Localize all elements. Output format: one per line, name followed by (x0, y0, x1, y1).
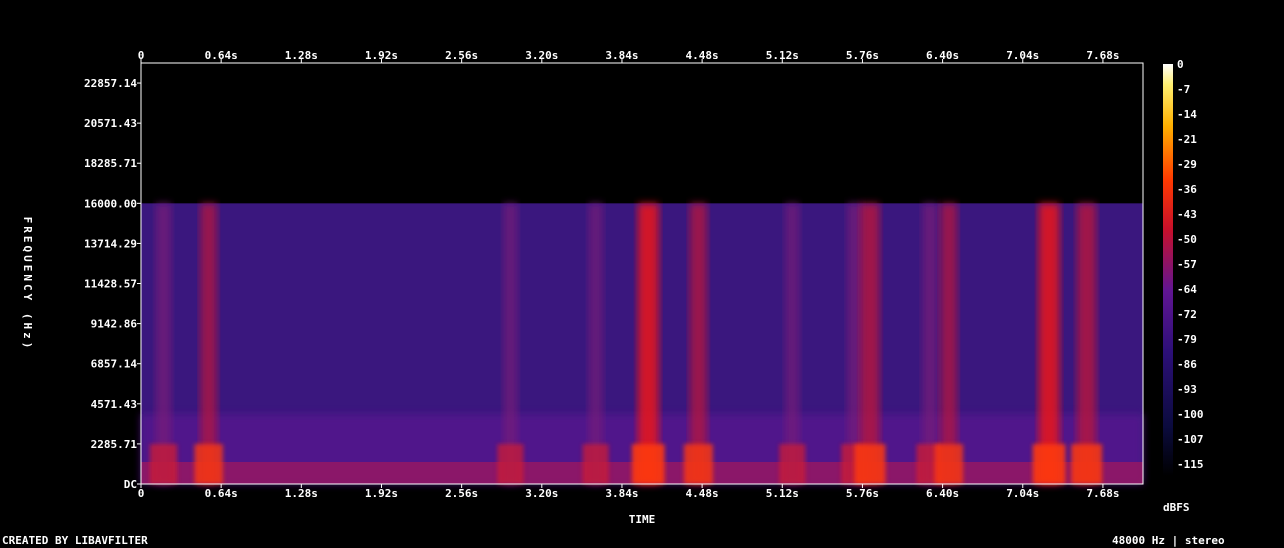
x-tick-label: 1.28s (285, 49, 318, 62)
activity-burst-low (1071, 444, 1103, 484)
y-tick-label: 2285.71 (91, 438, 138, 451)
colorbar-unit: dBFS (1163, 501, 1190, 514)
colorbar-tick-label: -107 (1177, 433, 1204, 446)
activity-burst-low (934, 444, 964, 484)
colorbar-tick-label: -79 (1177, 333, 1197, 346)
colorbar-tick-label: -86 (1177, 358, 1197, 371)
activity-burst-low (631, 444, 665, 484)
activity-burst (637, 203, 659, 485)
activity-burst (689, 203, 707, 485)
activity-burst-low (779, 444, 806, 484)
y-tick-label: 4571.43 (91, 398, 137, 411)
activity-burst-low (683, 444, 713, 484)
colorbar-tick-label: -64 (1177, 283, 1197, 296)
activity-burst (922, 203, 938, 485)
x-tick-label: 1.92s (365, 487, 398, 500)
colorbar-tick-label: -14 (1177, 108, 1197, 121)
y-tick-label: 6857.14 (91, 358, 138, 371)
x-tick-label: 0 (138, 49, 145, 62)
colorbar-tick-label: 0 (1177, 58, 1184, 71)
x-tick-label: 2.56s (445, 487, 478, 500)
activity-burst (1038, 203, 1060, 485)
activity-burst-low (1032, 444, 1066, 484)
spectrogram-chart: 0 0.64s 1.28s 1.92s 2.56s 3.20s 3.84s 4.48s 5.12… (21, 49, 1204, 526)
x-tick-label: 7.68s (1086, 49, 1119, 62)
activity-burst (847, 203, 863, 485)
x-axis-top: 0 0.64s 1.28s 1.92s 2.56s 3.20s 3.84s 4.48s 5.12… (138, 49, 1119, 63)
footer-credit: CREATED BY LIBAVFILTER (2, 534, 148, 547)
x-tick-label: 6.40s (926, 487, 959, 500)
activity-burst (200, 203, 217, 485)
colorbar-ticks: 0 -7 -14 -21 -29 -36 -43 -50 -57 -64 -72 -79 -86 -93 -… (1177, 58, 1204, 471)
y-tick-label: 20571.43 (84, 117, 137, 130)
x-tick-label: 7.04s (1006, 487, 1039, 500)
x-tick-label: 1.28s (285, 487, 318, 500)
x-tick-label: 7.04s (1006, 49, 1039, 62)
x-tick-label: 3.20s (525, 49, 558, 62)
x-axis-bottom: 0 0.64s 1.28s 1.92s 2.56s 3.20s 3.84s 4.48s 5.12… (138, 484, 1119, 500)
y-axis: DC 2285.71 4571.43 6857.14 9142.86 11428.57 13… (84, 77, 141, 491)
colorbar-tick-label: -21 (1177, 133, 1197, 146)
x-tick-label: 0.64s (205, 487, 238, 500)
activity-burst (588, 203, 603, 485)
x-tick-label: 3.84s (605, 49, 638, 62)
x-tick-label: 3.84s (605, 487, 638, 500)
x-tick-label: 5.12s (766, 487, 799, 500)
activity-burst-low (582, 444, 609, 484)
activity-burst (940, 203, 958, 485)
y-tick-label: 9142.86 (91, 318, 138, 331)
y-tick-label: 18285.71 (84, 157, 137, 170)
colorbar (1163, 64, 1173, 476)
x-tick-label: 5.76s (846, 487, 879, 500)
x-tick-label: 5.12s (766, 49, 799, 62)
x-tick-label: 3.20s (525, 487, 558, 500)
x-tick-label: 1.92s (365, 49, 398, 62)
y-tick-label: 22857.14 (84, 77, 137, 90)
x-tick-label: 4.48s (686, 49, 719, 62)
colorbar-tick-label: -50 (1177, 233, 1197, 246)
x-tick-label: 0.64s (205, 49, 238, 62)
colorbar-tick-label: -29 (1177, 158, 1197, 171)
colorbar-tick-label: -72 (1177, 308, 1197, 321)
x-axis-title: TIME (629, 513, 656, 526)
x-tick-label: 5.76s (846, 49, 879, 62)
colorbar-tick-label: -57 (1177, 258, 1197, 271)
activity-burst (860, 203, 880, 485)
x-tick-label: 2.56s (445, 49, 478, 62)
activity-burst-low (854, 444, 886, 484)
activity-burst (1077, 203, 1097, 485)
x-tick-label: 0 (138, 487, 145, 500)
y-tick-label: 16000.00 (84, 197, 137, 210)
colorbar-tick-label: -43 (1177, 208, 1197, 221)
activity-burst-low (149, 444, 178, 484)
y-axis-title: FREQUENCY (Hz) (21, 217, 34, 352)
y-tick-label: 13714.29 (84, 237, 137, 250)
y-tick-label: 11428.57 (84, 278, 137, 291)
footer-sample-info: 48000 Hz | stereo (1112, 534, 1225, 547)
activity-burst (785, 203, 800, 485)
activity-burst-low (194, 444, 223, 484)
colorbar-tick-label: -100 (1177, 408, 1204, 421)
spectrogram-content (141, 203, 1143, 485)
activity-burst (503, 203, 518, 485)
activity-burst (155, 203, 172, 485)
x-tick-label: 7.68s (1086, 487, 1119, 500)
colorbar-tick-label: -93 (1177, 383, 1197, 396)
colorbar-tick-label: -115 (1177, 458, 1204, 471)
colorbar-tick-label: -36 (1177, 183, 1197, 196)
x-tick-label: 4.48s (686, 487, 719, 500)
colorbar-tick-label: -7 (1177, 83, 1190, 96)
y-tick-label: DC (124, 478, 137, 491)
activity-burst-low (497, 444, 524, 484)
x-tick-label: 6.40s (926, 49, 959, 62)
